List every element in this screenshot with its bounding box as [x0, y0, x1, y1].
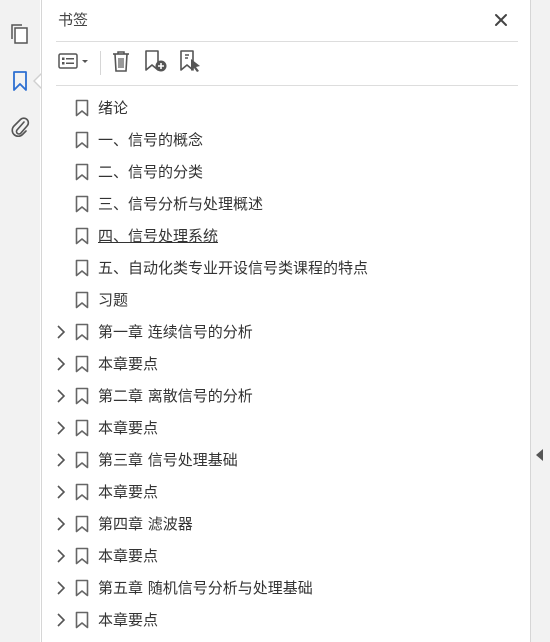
- panel-title: 书签: [58, 11, 89, 29]
- chevron-right-icon[interactable]: [54, 452, 68, 468]
- chevron-right-icon[interactable]: [54, 580, 68, 596]
- bookmark-label: 第四章 滤波器: [98, 515, 193, 533]
- chevron-right-icon[interactable]: [54, 516, 68, 532]
- bookmark-label: 本章要点: [98, 355, 159, 373]
- bookmark-icon: [75, 387, 89, 405]
- bookmark-from-selection-button[interactable]: [177, 50, 205, 76]
- bookmark-icon: [75, 483, 89, 501]
- bookmark-item[interactable]: 习题: [42, 284, 530, 316]
- bookmark-label: 第五章 随机信号分析与处理基础: [98, 579, 313, 597]
- bookmark-label: 第一章 连续信号的分析: [98, 323, 253, 341]
- bookmark-item[interactable]: 本章要点: [42, 604, 530, 636]
- bookmark-item[interactable]: 本章要点: [42, 348, 530, 380]
- bookmark-icon: [75, 355, 89, 373]
- bookmark-label: 三、信号分析与处理概述: [98, 195, 264, 213]
- bookmark-icon: [75, 547, 89, 565]
- close-icon[interactable]: [489, 8, 513, 32]
- bookmark-label: 一、信号的概念: [98, 131, 204, 149]
- bookmark-icon: [75, 227, 89, 245]
- bookmark-item[interactable]: 一、信号的概念: [42, 124, 530, 156]
- bookmark-icon: [75, 579, 89, 597]
- bookmark-icon: [75, 195, 89, 213]
- paperclip-icon[interactable]: [6, 113, 34, 141]
- bookmark-item[interactable]: 本章要点: [42, 412, 530, 444]
- bookmark-item[interactable]: 三、信号分析与处理概述: [42, 188, 530, 220]
- header-divider: [56, 41, 518, 42]
- delete-bookmark-button[interactable]: [108, 50, 134, 76]
- chevron-right-icon[interactable]: [54, 612, 68, 628]
- collapse-panel-icon[interactable]: [536, 449, 543, 461]
- navigation-rail: [0, 0, 40, 642]
- active-panel-pointer: [33, 73, 42, 89]
- chevron-right-icon[interactable]: [54, 356, 68, 372]
- bookmark-item[interactable]: 本章要点: [42, 540, 530, 572]
- bookmark-label: 四、信号处理系统: [98, 227, 219, 245]
- bookmark-item[interactable]: 绪论: [42, 92, 530, 124]
- bookmark-item[interactable]: 二、信号的分类: [42, 156, 530, 188]
- bookmark-item[interactable]: 第二章 离散信号的分析: [42, 380, 530, 412]
- panel-splitter[interactable]: [530, 0, 550, 642]
- bookmark-label: 本章要点: [98, 483, 159, 501]
- bookmark-toolbar: [56, 47, 518, 79]
- chevron-right-icon[interactable]: [54, 420, 68, 436]
- bookmark-from-selection-icon: [178, 49, 204, 77]
- bookmark-item[interactable]: 第三章 信号处理基础: [42, 444, 530, 476]
- bookmark-icon: [75, 259, 89, 277]
- bookmark-label: 本章要点: [98, 611, 159, 629]
- delete-icon: [110, 49, 132, 77]
- bookmark-label: 第二章 离散信号的分析: [98, 387, 253, 405]
- bookmark-item[interactable]: 第一章 连续信号的分析: [42, 316, 530, 348]
- bookmark-icon: [75, 419, 89, 437]
- bookmark-label: 二、信号的分类: [98, 163, 204, 181]
- chevron-right-icon[interactable]: [54, 548, 68, 564]
- bookmark-item[interactable]: 第五章 随机信号分析与处理基础: [42, 572, 530, 604]
- bookmark-item[interactable]: 五、自动化类专业开设信号类课程的特点: [42, 252, 530, 284]
- bookmark-icon: [75, 131, 89, 149]
- options-menu-icon: [57, 51, 93, 75]
- chevron-right-icon[interactable]: [54, 324, 68, 340]
- toolbar-divider: [56, 85, 518, 86]
- bookmark-item[interactable]: 第四章 滤波器: [42, 508, 530, 540]
- bookmark-icon: [75, 515, 89, 533]
- new-bookmark-icon: [143, 49, 169, 77]
- chevron-right-icon[interactable]: [54, 484, 68, 500]
- bookmark-item[interactable]: 四、信号处理系统: [42, 220, 530, 252]
- bookmark-icon: [75, 323, 89, 341]
- bookmark-label: 五、自动化类专业开设信号类课程的特点: [98, 259, 369, 277]
- bookmarks-panel: 书签 绪论 一、信号的概念 二、信号的分类 三、信号分析与处理概述 四、信号处理…: [41, 0, 530, 642]
- new-bookmark-button[interactable]: [142, 50, 170, 76]
- bookmark-icon: [75, 451, 89, 469]
- bookmark-label: 第三章 信号处理基础: [98, 451, 238, 469]
- chevron-right-icon[interactable]: [54, 388, 68, 404]
- pages-icon[interactable]: [6, 20, 34, 48]
- options-menu-button[interactable]: [56, 50, 94, 76]
- toolbar-separator: [100, 51, 101, 75]
- bookmark-label: 绪论: [98, 99, 129, 117]
- bookmark-label: 本章要点: [98, 547, 159, 565]
- bookmark-icon: [75, 291, 89, 309]
- bookmark-item[interactable]: 本章要点: [42, 476, 530, 508]
- bookmark-icon: [75, 611, 89, 629]
- bookmark-icon[interactable]: [6, 67, 34, 95]
- bookmark-icon: [75, 163, 89, 181]
- bookmark-label: 本章要点: [98, 419, 159, 437]
- bookmark-icon: [75, 99, 89, 117]
- bookmark-label: 习题: [98, 291, 129, 309]
